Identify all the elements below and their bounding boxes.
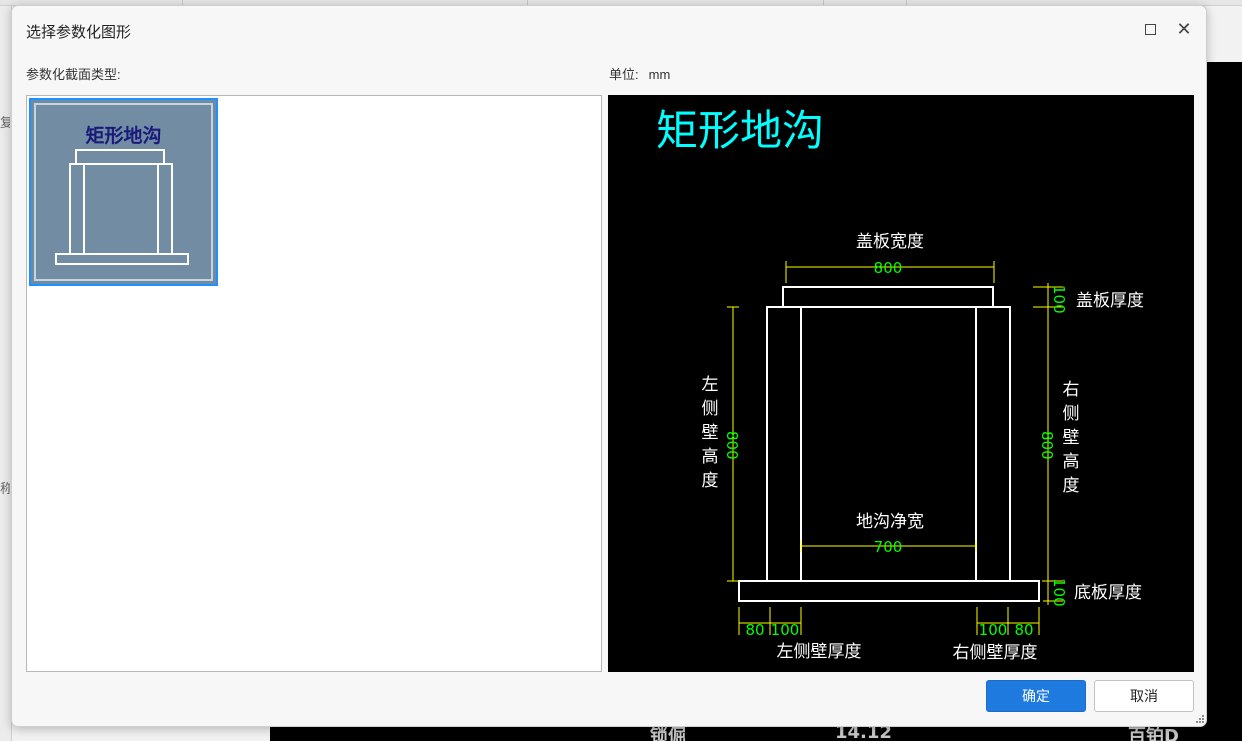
section-item-thumbnail: 矩形地沟	[34, 103, 213, 281]
background-left-text: 复	[0, 116, 10, 130]
dialog-title: 选择参数化图形	[26, 24, 132, 41]
maximize-button[interactable]	[1138, 18, 1162, 40]
left-wall-height-value: 800	[723, 431, 741, 460]
section-item-rectangular-trench[interactable]: 矩形地沟	[29, 98, 218, 286]
base-thickness-label: 底板厚度	[1074, 583, 1142, 603]
left-wall	[766, 306, 802, 582]
unit-value: mm	[648, 67, 671, 82]
right-wall-thickness-label: 右侧壁厚度	[953, 643, 1038, 663]
preview-title: 矩形地沟	[656, 106, 824, 155]
background-left-text: 称	[0, 482, 10, 496]
clear-width-value: 700	[874, 538, 903, 556]
cover-width-label: 盖板宽度	[856, 232, 924, 252]
section-type-list[interactable]: 矩形地沟	[26, 95, 602, 672]
close-button[interactable]: ✕	[1172, 18, 1196, 40]
left-wall-height-label: 左侧壁高度	[702, 375, 719, 491]
right-wall-height-label: 右侧壁高度	[1063, 380, 1080, 496]
left-wall-thickness-value: 100	[771, 621, 800, 639]
right-base-extension-value: 80	[1014, 621, 1033, 639]
dimension-lines	[727, 261, 1063, 635]
cover-thickness-label: 盖板厚度	[1076, 291, 1144, 311]
left-wall-thickness-label: 左侧壁厚度	[777, 642, 862, 662]
unit-caption: 单位:	[609, 67, 639, 82]
trench-preview-drawing: 矩形地沟 800 100 800 800 700 100 80 100 100 …	[656, 106, 1144, 663]
right-wall	[975, 306, 1011, 582]
cover-thickness-value: 100	[1050, 285, 1068, 314]
clear-width-label: 地沟净宽	[856, 512, 924, 532]
cancel-button[interactable]: 取消	[1094, 680, 1194, 712]
unit-label: 单位: mm	[609, 64, 670, 83]
cover-width-value: 800	[874, 259, 903, 277]
right-wall-thickness-value: 100	[979, 621, 1008, 639]
left-base-extension-value: 80	[745, 621, 764, 639]
ok-button[interactable]: 确定	[986, 680, 1086, 712]
section-type-label: 参数化截面类型:	[26, 67, 121, 82]
right-wall-height-value: 800	[1038, 431, 1056, 460]
select-parametric-shape-dialog: 选择参数化图形 ✕ 参数化截面类型: 单位: mm 矩形地沟 矩形地沟 800 …	[11, 5, 1207, 727]
resize-grip-icon[interactable]	[1195, 714, 1205, 724]
base-thickness-value: 100	[1050, 578, 1068, 607]
trench-thumbnail-icon	[55, 149, 189, 265]
maximize-icon	[1144, 23, 1156, 35]
base-slab	[738, 580, 1040, 602]
close-icon: ✕	[1176, 19, 1192, 39]
cover-slab	[782, 286, 994, 308]
shape-preview-canvas: 矩形地沟 800 100 800 800 700 100 80 100 100 …	[608, 95, 1194, 672]
